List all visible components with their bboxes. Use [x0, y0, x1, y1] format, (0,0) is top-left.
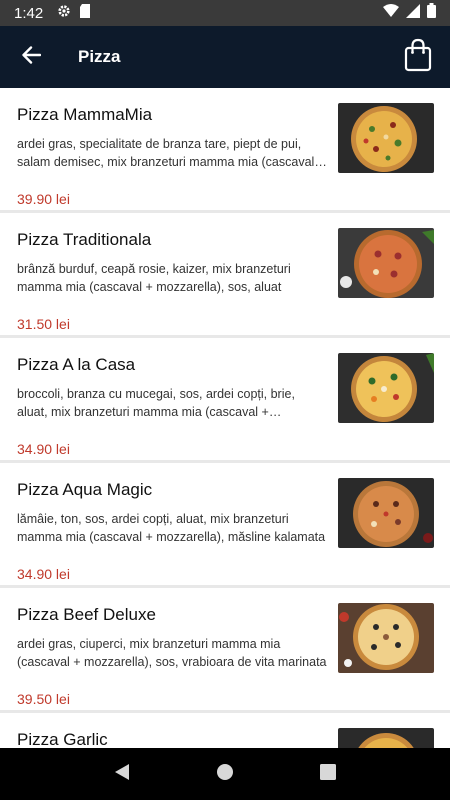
product-item[interactable]: Pizza MammaMia ardei gras, specialitate … [0, 88, 450, 213]
nav-recents-button[interactable] [308, 754, 348, 794]
pizza-image[interactable] [338, 228, 434, 298]
product-name: Pizza Traditionala [17, 230, 152, 249]
signal-icon [406, 3, 420, 23]
product-price: 39.50 lei [17, 691, 70, 707]
pizza-image[interactable] [338, 603, 434, 673]
product-name: Pizza MammaMia [17, 105, 153, 124]
product-item[interactable]: Pizza Beef Deluxe ardei gras, ciuperci, … [0, 588, 450, 713]
home-circle-icon [216, 763, 234, 786]
product-name: Pizza Garlic [17, 730, 108, 748]
shopping-bag-icon [404, 38, 432, 77]
product-price: 34.90 lei [17, 441, 70, 457]
status-right-icons [383, 3, 436, 23]
battery-icon [427, 3, 436, 23]
pizza-image[interactable] [338, 728, 434, 748]
product-price: 34.90 lei [17, 566, 70, 582]
product-name: Pizza A la Casa [17, 355, 136, 374]
status-left-icons [57, 3, 91, 23]
gear-icon [57, 4, 71, 23]
back-button[interactable] [0, 26, 62, 88]
status-bar: 1:42 [0, 0, 450, 26]
product-description: ardei gras, specialitate de branza tare,… [17, 137, 326, 169]
system-nav-bar [0, 748, 450, 800]
pizza-image[interactable] [338, 103, 434, 173]
product-price: 31.50 lei [17, 316, 70, 332]
product-item[interactable]: Pizza A la Casa broccoli, branza cu muce… [0, 338, 450, 463]
product-description: broccoli, branza cu mucegai, sos, ardei … [17, 387, 295, 419]
product-description: lămâie, ton, sos, ardei copți, aluat, mi… [17, 512, 326, 544]
arrow-back-icon [21, 45, 42, 69]
pizza-image[interactable] [338, 353, 434, 423]
nav-home-button[interactable] [205, 754, 245, 794]
product-description: brânză burduf, ceapă rosie, kaizer, mix … [17, 262, 291, 294]
product-list[interactable]: Pizza MammaMia ardei gras, specialitate … [0, 88, 450, 748]
nav-back-button[interactable] [102, 754, 142, 794]
wifi-icon [383, 4, 399, 22]
sd-card-icon [79, 3, 91, 23]
cart-button[interactable] [386, 26, 450, 88]
product-name: Pizza Beef Deluxe [17, 605, 156, 624]
pizza-image[interactable] [338, 478, 434, 548]
product-item[interactable]: Pizza Traditionala brânză burduf, ceapă … [0, 213, 450, 338]
page-title: Pizza [78, 47, 121, 66]
product-price: 39.90 lei [17, 191, 70, 207]
product-description: ardei gras, ciuperci, mix branzeturi mam… [17, 637, 327, 669]
product-item[interactable]: Pizza Aqua Magic lămâie, ton, sos, ardei… [0, 463, 450, 588]
product-name: Pizza Aqua Magic [17, 480, 153, 499]
recents-square-icon [320, 763, 337, 785]
status-time: 1:42 [14, 4, 44, 22]
app-bar: Pizza [0, 26, 450, 88]
back-triangle-icon [114, 763, 130, 786]
product-item[interactable]: Pizza Garlic [0, 713, 450, 748]
